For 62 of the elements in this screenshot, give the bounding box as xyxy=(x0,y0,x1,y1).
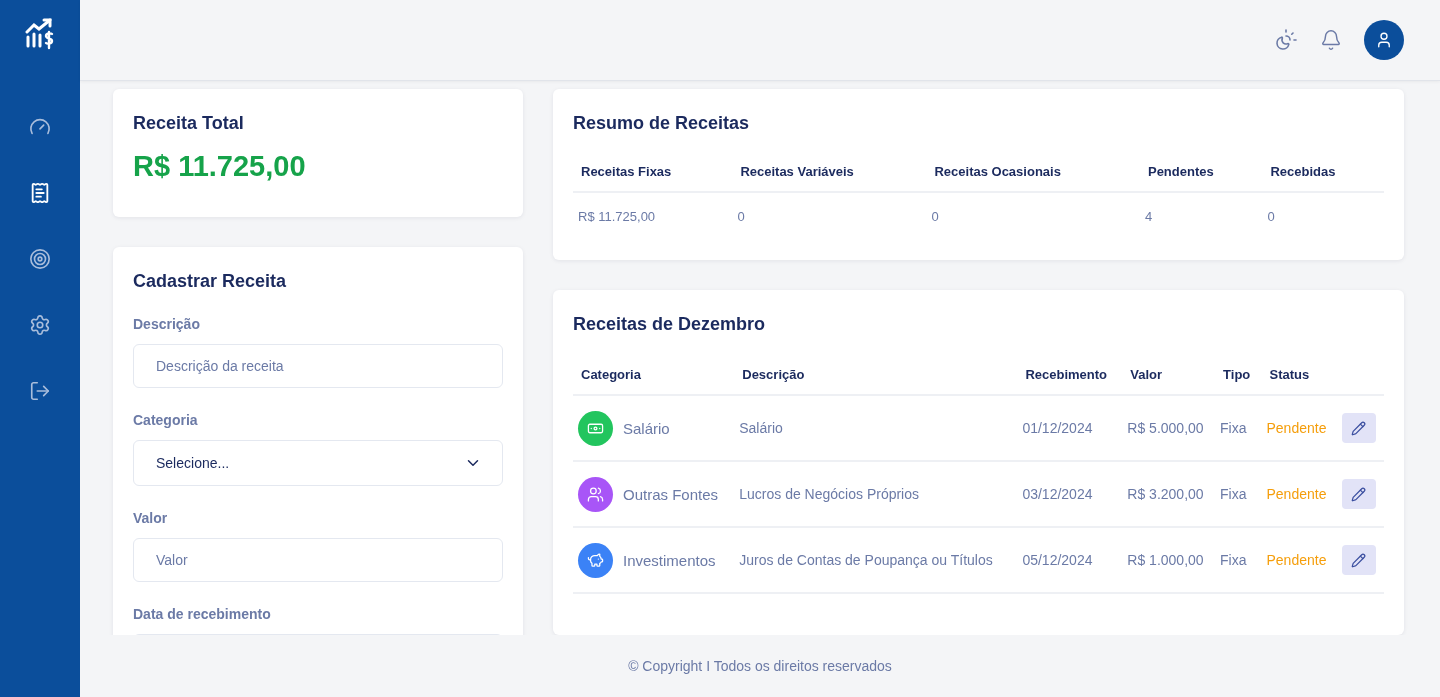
user-icon xyxy=(1375,31,1393,49)
pencil-icon xyxy=(1351,420,1367,436)
table-cell: Fixa xyxy=(1215,461,1262,527)
status-text: Pendente xyxy=(1266,420,1327,436)
table-cell: 4 xyxy=(1139,192,1263,240)
field-label: Valor xyxy=(133,510,169,526)
table-cell: 0 xyxy=(926,192,1140,240)
column-header: Status xyxy=(1261,367,1337,395)
column-header: Receitas Variáveis xyxy=(732,164,927,192)
column-header: Pendentes xyxy=(1139,164,1263,192)
table-cell: Fixa xyxy=(1215,395,1262,461)
table-cell: R$ 5.000,00 xyxy=(1122,395,1216,461)
column-header: Recebimento xyxy=(1017,367,1123,395)
category-select[interactable]: Selecione... xyxy=(133,440,503,486)
edit-button[interactable] xyxy=(1341,413,1376,443)
column-header: Descrição xyxy=(734,367,1018,395)
edit-button[interactable] xyxy=(1341,545,1376,575)
field-label: Data de recebimento xyxy=(133,606,272,622)
column-header: Receitas Fixas xyxy=(573,164,733,192)
receipts-icon xyxy=(29,182,51,204)
column-header: Receitas Ocasionais xyxy=(926,164,1140,192)
edit-button[interactable] xyxy=(1341,479,1376,509)
field-label: Categoria xyxy=(133,412,199,428)
card-title: Resumo de Receitas xyxy=(573,113,751,134)
table-cell: 0 xyxy=(732,192,927,240)
card-title: Receita Total xyxy=(133,113,245,134)
column-header: Tipo xyxy=(1215,367,1262,395)
copyright-text: © Copyright I Todos os direitos reservados xyxy=(628,658,892,674)
table-cell: R$ 3.200,00 xyxy=(1122,461,1216,527)
table-cell: R$ 11.725,00 xyxy=(573,192,733,240)
pencil-icon xyxy=(1351,552,1367,568)
pencil-icon xyxy=(1351,486,1367,502)
table-cell: Salário xyxy=(623,419,670,437)
table-cell: 03/12/2024 xyxy=(1017,461,1123,527)
status-text: Pendente xyxy=(1266,486,1327,502)
table-cell: Salário xyxy=(734,395,1018,461)
theme-toggle-icon[interactable] xyxy=(1274,28,1298,52)
goals-icon xyxy=(29,248,51,270)
total-amount: R$ 11.725,00 xyxy=(133,150,307,184)
table-cell: Lucros de Negócios Próprios xyxy=(734,461,1018,527)
column-header: Recebidas xyxy=(1262,164,1384,192)
table-cell: 05/12/2024 xyxy=(1017,527,1123,593)
settings-icon xyxy=(29,314,51,336)
notification-bell-icon[interactable] xyxy=(1320,29,1342,51)
table-cell: Outras Fontes xyxy=(623,485,719,503)
table-cell: Juros de Contas de Poupança ou Títulos xyxy=(734,527,1018,593)
card-title: Receitas de Dezembro xyxy=(573,314,767,335)
table-cell: 01/12/2024 xyxy=(1017,395,1123,461)
status-text: Pendente xyxy=(1266,552,1327,568)
input-field[interactable]: Valor xyxy=(133,538,503,582)
user-avatar-button[interactable] xyxy=(1364,20,1404,60)
table-cell: 0 xyxy=(1262,192,1384,240)
table-cell: R$ 1.000,00 xyxy=(1122,527,1216,593)
table-cell: Investimentos xyxy=(623,551,716,569)
logo-icon xyxy=(24,18,56,50)
table-cell: Fixa xyxy=(1215,527,1262,593)
column-header: Valor xyxy=(1122,367,1216,395)
input-field[interactable]: Descrição da receita xyxy=(133,344,503,388)
card-title: Cadastrar Receita xyxy=(133,271,288,292)
logout-icon xyxy=(29,380,51,402)
field-label: Descrição xyxy=(133,316,201,332)
column-header: Categoria xyxy=(573,367,735,395)
